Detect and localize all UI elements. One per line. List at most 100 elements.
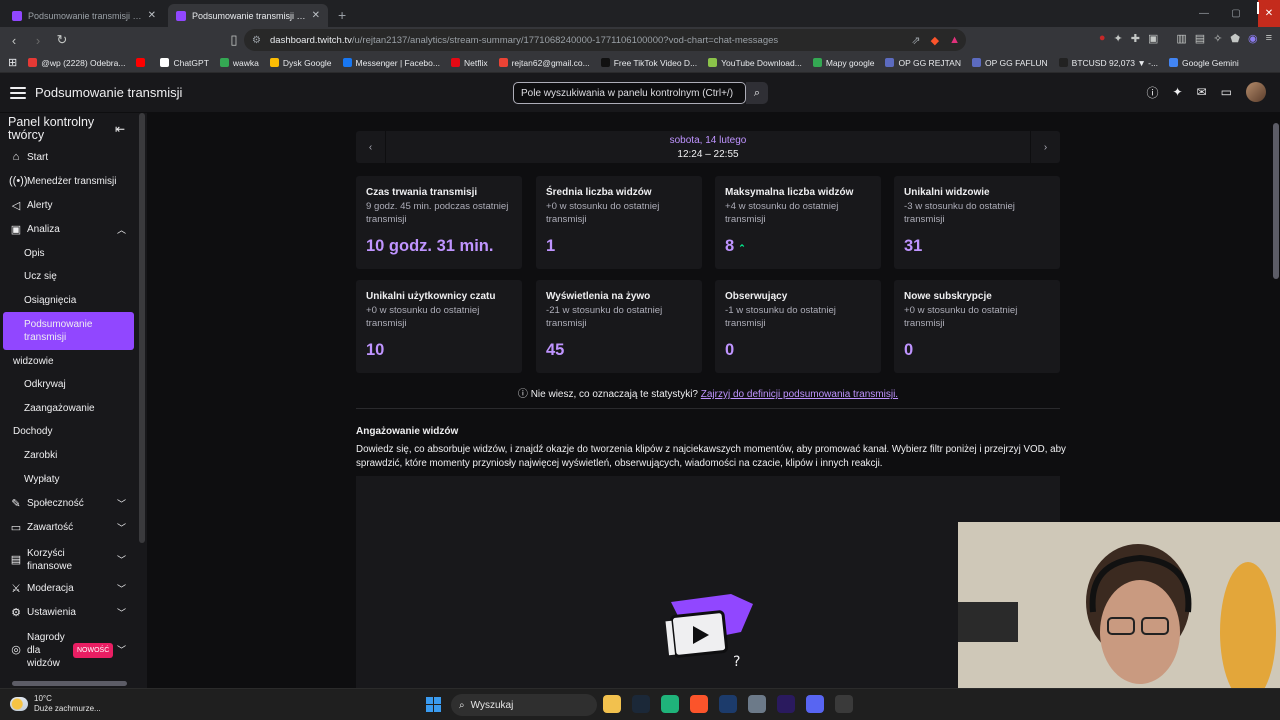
- bookmark-label: Dysk Google: [282, 57, 332, 68]
- sidebar-item-label: Osiągnięcia: [24, 294, 77, 306]
- app-icon[interactable]: [661, 695, 679, 713]
- bookmark-item[interactable]: Google Gemini: [1169, 58, 1239, 68]
- creator-dashboard-sidebar: Panel kontrolny twórcy ⇤ ⌂ Start ((•)) Men…: [0, 113, 147, 688]
- bookmark-item[interactable]: Mapy google: [812, 58, 874, 68]
- sidebar-item-start[interactable]: ⌂ Start: [0, 146, 136, 168]
- back-icon[interactable]: ‹: [4, 33, 24, 48]
- settings-icon[interactable]: [748, 695, 766, 713]
- stat-card: Czas trwania transmisji 9 godz. 45 min. p…: [356, 176, 522, 269]
- sidebar-item-label: Ustawienia: [27, 606, 76, 618]
- sidebar-item-earnings[interactable]: Zarobki: [0, 444, 136, 466]
- definitions-link[interactable]: Zajrzyj do definicji podsumowania transm…: [701, 389, 898, 400]
- dashboard-search-input[interactable]: Pole wyszukiwania w panelu kontrolnym (C…: [513, 82, 746, 104]
- file-explorer-icon[interactable]: [603, 695, 621, 713]
- sidebar-item-stream-summary[interactable]: Podsumowanie transmisji: [3, 312, 134, 350]
- taskbar-search[interactable]: ⌕ Wyszukaj: [451, 694, 597, 716]
- close-tab-icon[interactable]: ✕: [148, 10, 156, 21]
- sidebar-item-monetization[interactable]: ▤ Korzyści finansowe ﹀: [0, 545, 136, 575]
- brave-rewards-icon[interactable]: ▲: [949, 34, 960, 47]
- browser-tab-0[interactable]: Podsumowanie transmisji jest gotowe ✕: [4, 4, 164, 27]
- bookmark-item[interactable]: wawka: [219, 58, 259, 68]
- bookmark-icon[interactable]: ▯: [224, 32, 244, 48]
- new-tab-icon[interactable]: +: [338, 7, 346, 23]
- sidebar-item-learn[interactable]: Ucz się: [0, 265, 136, 287]
- puzzle-icon[interactable]: ✚: [1131, 32, 1140, 45]
- whisper-icon[interactable]: ▭: [1221, 85, 1232, 99]
- sidebar-item-achievements[interactable]: Osiągnięcia: [0, 289, 136, 311]
- sidebar-item-label: Nagrody dla widzów: [27, 631, 65, 669]
- obs-icon[interactable]: [835, 695, 853, 713]
- minimize-icon[interactable]: —: [1188, 0, 1220, 27]
- windows-start-icon[interactable]: [426, 697, 441, 712]
- discord-icon[interactable]: [806, 695, 824, 713]
- bookmark-item[interactable]: Netflix: [450, 58, 488, 68]
- stat-comparison: -1 w stosunku do ostatniej transmisji: [725, 305, 836, 329]
- menu-icon[interactable]: ≡: [1266, 32, 1272, 45]
- sidebar-item-community[interactable]: ✎ Społeczność ﹀: [0, 492, 136, 514]
- sidebar-item-overview[interactable]: Opis: [0, 242, 136, 264]
- stat-comparison: 9 godz. 45 min. podczas ostatniej transm…: [366, 201, 509, 225]
- sidebar-item-alerts[interactable]: ◁ Alerty: [0, 194, 136, 216]
- help-icon[interactable]: ⓘ: [1147, 84, 1159, 101]
- sidebar-item-discover[interactable]: Odkrywaj: [0, 373, 136, 395]
- record-icon[interactable]: ●: [1099, 32, 1106, 45]
- next-stream-button[interactable]: ›: [1030, 131, 1060, 163]
- sparkle-icon[interactable]: ✦: [1173, 85, 1183, 99]
- bookmark-favicon-icon: [160, 58, 170, 67]
- extension-icon[interactable]: ✦: [1114, 32, 1123, 45]
- apps-grid-icon[interactable]: ⊞: [8, 56, 17, 69]
- stat-value: 10 godz. 31 min.: [366, 237, 493, 256]
- search-button[interactable]: ⌕: [746, 82, 768, 104]
- vpn-icon[interactable]: ⬟: [1230, 32, 1240, 45]
- sidebar-item-viewer-rewards[interactable]: ◎ Nagrody dla widzów NOWOŚĆ ﹀: [0, 628, 136, 672]
- sidebar-item-payouts[interactable]: Wypłaty: [0, 468, 136, 490]
- screenshot-icon[interactable]: ▣: [1148, 32, 1158, 45]
- bookmark-item[interactable]: OP GG REJTAN: [885, 58, 961, 68]
- page-scrollbar[interactable]: [1273, 123, 1279, 279]
- sidebar-horizontal-scrollbar[interactable]: [0, 678, 147, 688]
- bookmark-item[interactable]: Dysk Google: [269, 57, 332, 68]
- site-info-icon[interactable]: ⚙: [252, 35, 261, 46]
- divider: [356, 408, 1060, 409]
- sidebar-toggle-icon[interactable]: ▥: [1176, 32, 1186, 45]
- premiere-icon[interactable]: [777, 695, 795, 713]
- bookmark-item[interactable]: OP GG FAFLUN: [972, 58, 1048, 68]
- close-tab-icon[interactable]: ✕: [312, 10, 320, 21]
- bookmark-item[interactable]: Messenger | Facebo...: [342, 58, 440, 68]
- sidebar-item-settings[interactable]: ⚙ Ustawienia ﹀: [0, 601, 136, 623]
- address-bar[interactable]: ⚙ dashboard.twitch.tv/u/rejtan2137/analy…: [244, 29, 966, 51]
- inbox-icon[interactable]: ✉: [1197, 85, 1207, 99]
- bookmark-item[interactable]: [136, 58, 149, 67]
- sidebar-item-engagement[interactable]: Zaangażowanie: [0, 397, 136, 419]
- browser-tab-strip: Podsumowanie transmisji jest gotowe ✕ Po…: [0, 0, 1280, 27]
- reload-icon[interactable]: ↻: [52, 32, 72, 48]
- sidebar-scrollbar[interactable]: [139, 113, 145, 543]
- avatar[interactable]: [1246, 82, 1266, 102]
- bookmark-item[interactable]: YouTube Download...: [708, 58, 802, 68]
- bookmark-item[interactable]: Free TikTok Video D...: [600, 58, 697, 68]
- sidebar-item-content[interactable]: ▭ Zawartość ﹀: [0, 516, 136, 538]
- sidebar-item-analytics[interactable]: ▣ Analiza ︿: [0, 218, 136, 240]
- bookmark-item[interactable]: BTCUSD 92,073 ▼ -...: [1058, 58, 1158, 68]
- new-badge: NOWOŚĆ: [73, 642, 114, 658]
- hamburger-menu-icon[interactable]: [10, 86, 26, 99]
- collapse-sidebar-icon[interactable]: ⇤: [115, 122, 125, 136]
- photoshop-icon[interactable]: [719, 695, 737, 713]
- brave-icon[interactable]: [690, 695, 708, 713]
- sidebar-item-moderation[interactable]: ⚔ Moderacja ﹀: [0, 577, 136, 599]
- share-icon[interactable]: ⇗: [911, 34, 920, 47]
- sidebar-item-stream-manager[interactable]: ((•)) Menedżer transmisji: [0, 170, 136, 192]
- leo-icon[interactable]: ✧: [1213, 32, 1222, 45]
- steam-icon[interactable]: [632, 695, 650, 713]
- bookmark-item[interactable]: rejtan62@gmail.co...: [498, 58, 590, 68]
- wallet-icon[interactable]: ▤: [1195, 32, 1205, 45]
- sidebar-item-label: Odkrywaj: [24, 378, 66, 390]
- profile-icon[interactable]: ◉: [1248, 32, 1258, 45]
- weather-widget[interactable]: 10°C Duże zachmurze...: [10, 694, 101, 714]
- maximize-icon[interactable]: ▢: [1220, 0, 1252, 27]
- forward-icon[interactable]: ›: [28, 33, 48, 48]
- bookmark-item[interactable]: ChatGPT: [160, 58, 209, 68]
- bookmark-item[interactable]: @wp (2228) Odebra...: [28, 58, 125, 68]
- brave-shield-icon[interactable]: ◆: [931, 34, 939, 47]
- browser-tab-1[interactable]: Podsumowanie transmisji - Twitch ✕: [168, 4, 328, 27]
